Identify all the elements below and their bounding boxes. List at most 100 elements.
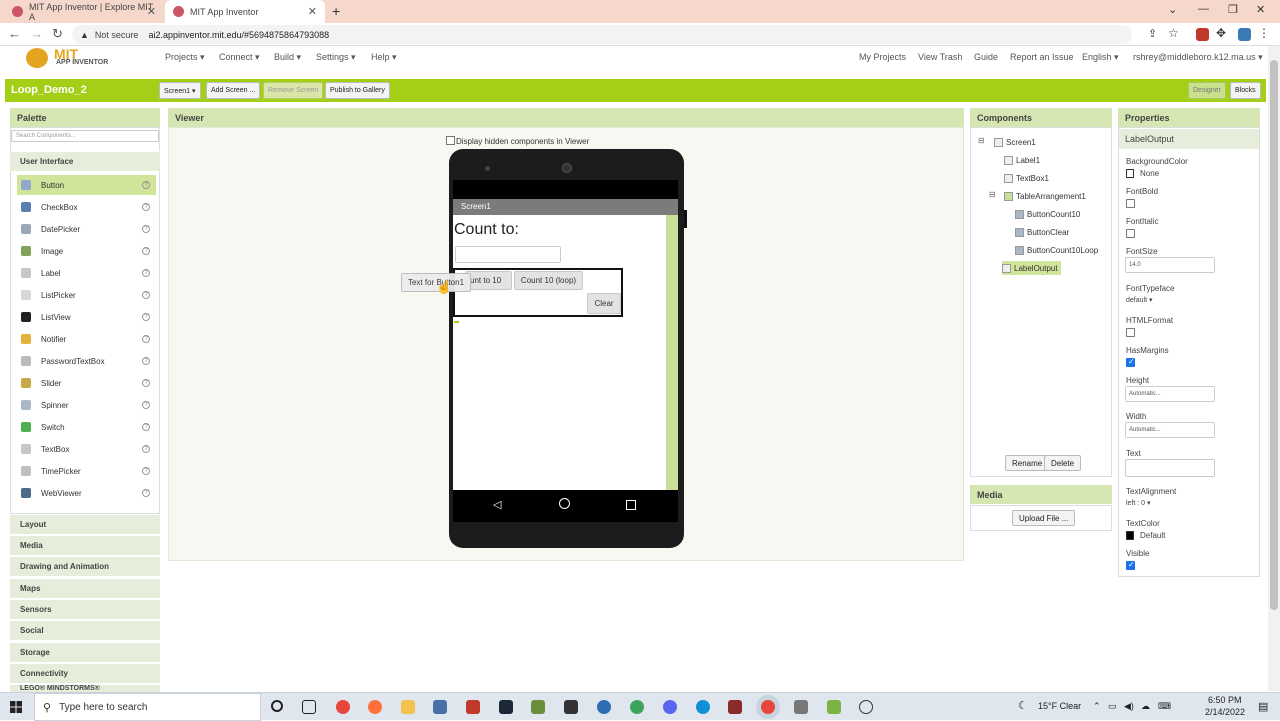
help-icon[interactable]: ? [142,445,150,453]
close-tab-icon[interactable]: ✕ [147,5,156,18]
prop-textalignment-select[interactable]: left : 0 ▾ [1126,499,1151,507]
label1-count-to[interactable]: Count to: [454,221,519,239]
tree-label1[interactable]: Label1 [1004,153,1040,167]
tray-chevron-icon[interactable]: ⌃ [1093,701,1101,712]
prop-textcolor-value[interactable]: Default [1140,531,1165,540]
share-icon[interactable]: ⇪ [1148,27,1161,40]
category-maps[interactable]: Maps [10,578,160,598]
upload-file-button[interactable]: Upload File ... [1012,510,1076,526]
help-icon[interactable]: ? [142,335,150,343]
prop-fonttypeface-select[interactable]: default ▾ [1126,296,1152,304]
designer-button[interactable]: Designer [1188,82,1227,99]
palette-item-listview[interactable]: ListView? [17,307,156,327]
prop-hasmargins-checkbox[interactable] [1126,357,1135,367]
palette-item-webviewer[interactable]: WebViewer? [17,483,156,503]
search-components-input[interactable]: Search Components... [11,130,159,142]
help-icon[interactable]: ? [142,247,150,255]
help-icon[interactable]: ? [142,489,150,497]
palette-item-image[interactable]: Image? [17,241,156,261]
collapse-toggle-icon[interactable]: ⊟ [989,190,996,199]
menu-connect[interactable]: Connect ▾ [219,52,260,63]
app-icon-blue[interactable] [597,700,611,714]
help-icon[interactable]: ? [142,357,150,365]
category-social[interactable]: Social [10,620,160,640]
category-layout[interactable]: Layout [10,514,160,534]
steam-icon[interactable] [499,700,513,714]
app-icon-darkred[interactable] [728,700,742,714]
palette-item-textbox[interactable]: TextBox? [17,439,156,459]
palette-item-spinner[interactable]: Spinner? [17,395,156,415]
menu-view-trash[interactable]: View Trash [918,52,962,62]
palette-item-listpicker[interactable]: ListPicker? [17,285,156,305]
edge-icon[interactable] [696,700,710,714]
tree-screen1[interactable]: Screen1 [994,135,1036,149]
button-count10[interactable]: unt to 10 [465,271,512,290]
help-icon[interactable]: ? [142,225,150,233]
button-count10-loop[interactable]: Count 10 (loop) [514,271,583,290]
category-storage[interactable]: Storage [10,642,160,662]
help-icon[interactable]: ? [142,291,150,299]
prop-width-input[interactable]: Automatic... [1125,422,1215,438]
chrome-active-icon[interactable] [761,700,775,714]
taskbar-time[interactable]: 6:50 PM [1208,695,1242,705]
help-icon[interactable]: ? [142,379,150,387]
tree-buttoncount10[interactable]: ButtonCount10 [1015,207,1080,221]
remove-screen-button[interactable]: Remove Screen [263,82,324,99]
category-user-interface[interactable]: User Interface [10,151,160,171]
help-icon[interactable]: ? [142,423,150,431]
restore-icon[interactable]: ❐ [1228,3,1238,16]
menu-report-issue[interactable]: Report an Issue [1010,52,1074,62]
tree-textbox1[interactable]: TextBox1 [1004,171,1049,185]
back-icon[interactable]: ← [8,26,21,41]
app-icon-red[interactable] [466,700,480,714]
category-drawing-animation[interactable]: Drawing and Animation [10,556,160,576]
blocks-button[interactable]: Blocks [1230,82,1261,99]
chrome-icon[interactable] [336,700,350,714]
prop-backgroundcolor-swatch[interactable] [1126,169,1134,178]
reload-icon[interactable]: ↻ [52,26,63,42]
textbox1[interactable] [455,246,561,263]
help-icon[interactable]: ? [142,313,150,321]
palette-item-passwordtextbox[interactable]: PasswordTextBox? [17,351,156,371]
prop-fontsize-input[interactable]: 14.0 [1125,257,1215,273]
menu-account[interactable]: rshrey@middleboro.k12.ma.us ▾ [1133,52,1263,63]
help-icon[interactable]: ? [142,467,150,475]
app-icon-green[interactable] [630,700,644,714]
tab-search-icon[interactable]: ⌄ [1168,3,1177,16]
help-icon[interactable]: ? [142,401,150,409]
url-field[interactable]: ▲ Not secure ai2.appinventor.mit.edu/#56… [72,25,1132,44]
screen-select[interactable]: Screen1 ▾ [159,82,201,99]
close-window-icon[interactable]: ✕ [1256,3,1265,16]
category-connectivity[interactable]: Connectivity [10,663,160,683]
more-menu-icon[interactable]: ⋮ [1258,26,1271,40]
weather-text[interactable]: 15°F Clear [1038,701,1081,711]
app-icon-gray[interactable] [794,700,808,714]
menu-build[interactable]: Build ▾ [274,52,301,63]
display-hidden-checkbox[interactable] [446,136,455,145]
keyboard-icon[interactable]: ⌨ [1158,701,1171,712]
app-inventor-logo[interactable]: MIT APP INVENTOR [24,46,114,72]
delete-button[interactable]: Delete [1044,455,1082,471]
extension-icon[interactable] [1196,28,1209,41]
palette-item-switch[interactable]: Switch? [17,417,156,437]
menu-language[interactable]: English ▾ [1082,52,1119,63]
network-icon[interactable]: ▭ [1108,701,1117,712]
cortana-icon[interactable] [271,700,283,712]
puzzle-icon[interactable]: ✥ [1216,26,1229,40]
task-view-icon[interactable] [302,700,316,714]
palette-item-notifier[interactable]: Notifier? [17,329,156,349]
tree-buttoncount10loop[interactable]: ButtonCount10Loop [1015,243,1098,257]
palette-item-button[interactable]: Button? [17,175,156,195]
taskbar-search-box[interactable]: ⚲ Type here to search [34,693,261,721]
file-explorer-icon[interactable] [401,700,415,714]
minecraft-icon[interactable] [531,700,545,714]
publish-gallery-button[interactable]: Publish to Gallery [325,82,390,99]
collapse-toggle-icon[interactable]: ⊟ [978,136,985,145]
firefox-icon[interactable] [368,700,382,714]
menu-my-projects[interactable]: My Projects [859,52,906,62]
epic-games-icon[interactable] [564,700,578,714]
menu-guide[interactable]: Guide [974,52,998,62]
discord-icon[interactable] [663,700,677,714]
category-sensors[interactable]: Sensors [10,599,160,619]
prop-height-input[interactable]: Automatic... [1125,386,1215,402]
